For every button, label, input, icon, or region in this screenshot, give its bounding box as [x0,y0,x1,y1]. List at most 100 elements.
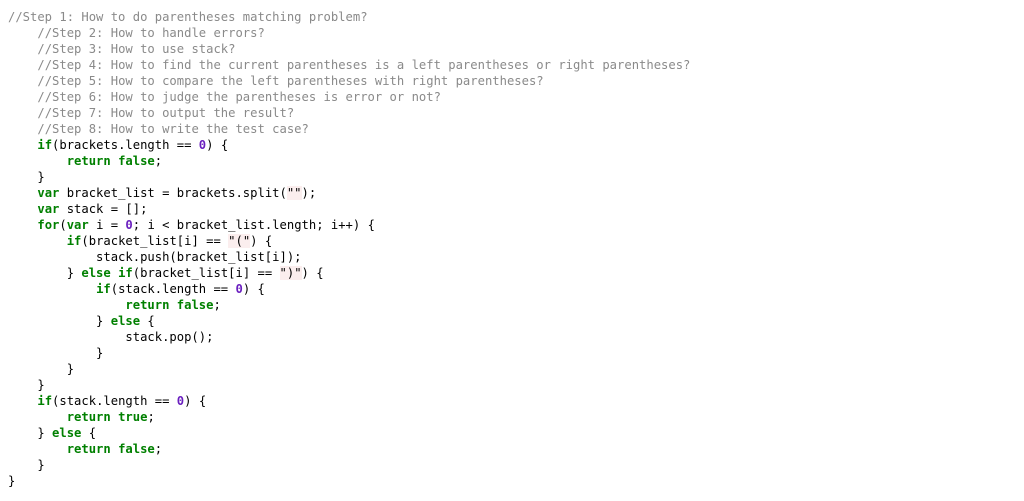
code-keyword: var [37,202,60,216]
code-line: return false; [8,441,1018,457]
code-line: stack.push(bracket_list[i]); [8,249,1018,265]
code-keyword: if [118,266,133,280]
code-keyword: else [81,266,111,280]
code-string: "" [286,186,302,200]
code-line: } else if(bracket_list[i] == ")") { [8,265,1018,281]
code-line: //Step 4: How to find the current parent… [8,57,1018,73]
code-text: ) { [184,394,207,408]
code-text: } [8,346,104,360]
code-line: } [8,457,1018,473]
code-line: return true; [8,409,1018,425]
code-line: if(brackets.length == 0) { [8,137,1018,153]
code-text: } [8,474,16,488]
code-string: "(" [228,234,251,248]
code-keyword: return [66,442,111,456]
code-line: } [8,473,1018,489]
code-text: ; [213,298,221,312]
code-keyword: true [118,410,148,424]
code-text: ; [154,154,163,168]
code-keyword: if [37,394,53,408]
code-keyword: if [37,138,53,152]
code-text: ) { [250,234,273,248]
code-comment: //Step 5: How to compare the left parent… [37,74,544,88]
code-line: //Step 3: How to use stack? [8,41,1018,57]
code-line: //Step 7: How to output the result? [8,105,1018,121]
code-line: if(bracket_list[i] == "(") { [8,233,1018,249]
code-text: stack.pop(); [8,330,214,344]
code-text: (bracket_list[i] == [132,266,280,280]
code-text: } [8,314,111,328]
code-comment: //Step 2: How to handle errors? [37,26,265,40]
code-line: } [8,361,1018,377]
code-text: } [8,378,45,392]
code-string: ")" [279,266,302,280]
code-line: } else { [8,313,1018,329]
code-line: if(stack.length == 0) { [8,281,1018,297]
code-line: //Step 6: How to judge the parentheses i… [8,89,1018,105]
code-keyword: if [96,282,111,296]
code-comment: //Step 4: How to find the current parent… [37,58,691,72]
code-keyword: for [37,218,60,232]
code-keyword: return [125,298,170,312]
code-text: (stack.length == [110,282,236,296]
code-line: //Step 2: How to handle errors? [8,25,1018,41]
code-line: if(stack.length == 0) { [8,393,1018,409]
code-text: { [140,314,155,328]
code-line: return false; [8,297,1018,313]
code-comment: //Step 8: How to write the test case? [37,122,309,136]
code-text: } [8,266,82,280]
code-line: var bracket_list = brackets.split(""); [8,185,1018,201]
code-line: } [8,345,1018,361]
code-number: 0 [235,282,243,296]
code-line: } else { [8,425,1018,441]
code-text: ) { [242,282,265,296]
code-text: } [8,426,53,440]
code-line: return false; [8,153,1018,169]
code-keyword: return [66,154,111,168]
code-text: ; [154,442,163,456]
code-editor[interactable]: //Step 1: How to do parentheses matching… [8,9,1018,497]
code-text: i = [88,218,126,232]
code-line: //Step 1: How to do parentheses matching… [8,9,1018,25]
code-keyword: else [52,426,82,440]
code-text: ); [301,186,317,200]
code-text: ; i < bracket_list.length; i++) { [132,218,375,232]
code-keyword: return [66,410,111,424]
code-text: stack.push(bracket_list[i]); [8,250,302,264]
code-line: } [8,377,1018,393]
code-keyword: else [110,314,141,328]
code-keyword: false [118,154,155,168]
code-line: //Step 5: How to compare the left parent… [8,73,1018,89]
code-line: stack.pop(); [8,329,1018,345]
code-line: var stack = []; [8,201,1018,217]
code-text: { [81,426,97,440]
code-keyword: if [66,234,82,248]
code-text: ; [147,410,155,424]
code-keyword: var [66,218,89,232]
code-comment: //Step 1: How to do parentheses matching… [8,10,368,24]
code-keyword: var [37,186,60,200]
code-text: (brackets.length == [52,138,199,152]
code-comment: //Step 6: How to judge the parentheses i… [37,90,441,104]
code-text: (bracket_list[i] == [81,234,229,248]
